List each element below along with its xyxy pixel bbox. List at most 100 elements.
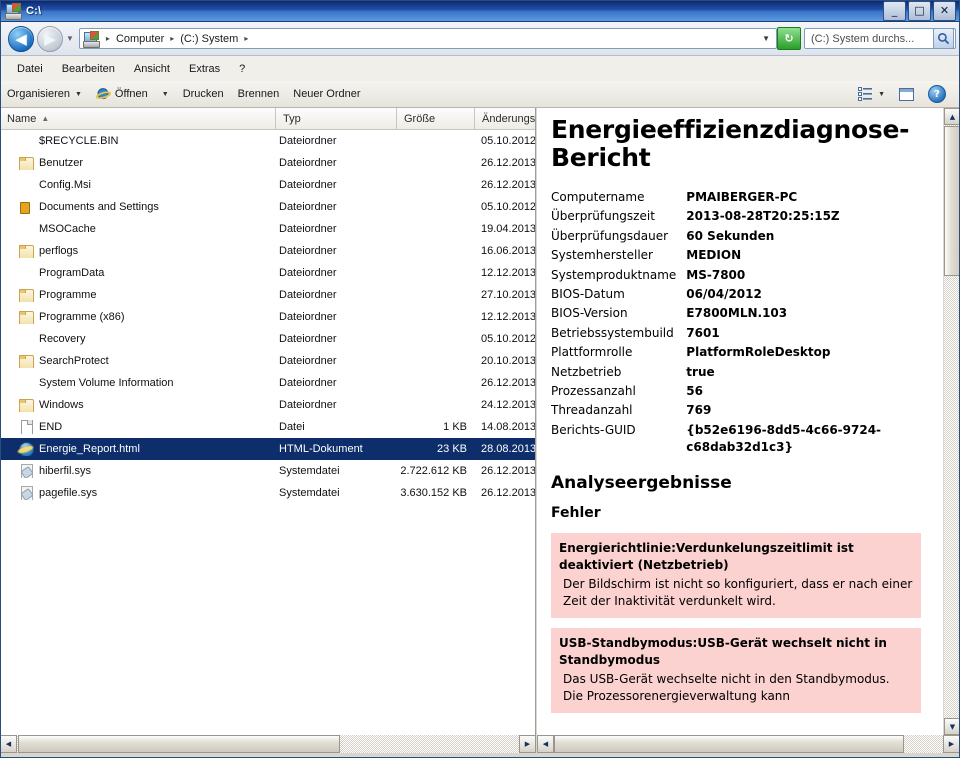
menu-extras[interactable]: Extras — [181, 60, 228, 78]
file-list-scroll-thumb[interactable] — [18, 735, 340, 753]
column-header-size[interactable]: Größe — [397, 108, 475, 129]
folder-light-icon — [18, 134, 34, 148]
new-folder-button[interactable]: Neuer Ordner — [286, 85, 367, 104]
search-box[interactable]: (C:) System durchs... — [804, 28, 956, 49]
breadcrumb-chevron-icon-2[interactable]: ▸ — [166, 34, 178, 43]
table-row[interactable]: Energie_Report.html HTML-Dokument 23 KB 28.… — [0, 438, 535, 460]
help-button[interactable]: ? — [921, 85, 953, 104]
file-name-cell: ProgramData — [0, 266, 276, 280]
menu-datei[interactable]: Datei — [9, 60, 51, 78]
column-header-name[interactable]: Name ▲ — [0, 108, 276, 129]
scroll-up-button[interactable]: ▲ — [944, 108, 960, 125]
file-name-label: Energie_Report.html — [39, 443, 140, 455]
menu-ansicht[interactable]: Ansicht — [126, 60, 178, 78]
system-info-value: 60 Sekunden — [686, 228, 775, 243]
file-type-cell: Dateiordner — [279, 311, 337, 323]
preview-pane-icon — [899, 87, 914, 101]
breadcrumb-chevron-icon-3[interactable]: ▸ — [240, 34, 252, 43]
history-dropdown-icon[interactable]: ▼ — [66, 34, 74, 43]
preview-scroll-left-button[interactable]: ◀ — [537, 735, 554, 753]
system-info-row: Threadanzahl 769 — [551, 401, 928, 420]
help-icon: ? — [928, 85, 946, 103]
file-name-cell: MSOCache — [0, 222, 276, 236]
system-info-key: Berichts-GUID — [551, 422, 636, 437]
locked-icon — [18, 200, 34, 214]
file-date-cell: 26.12.2013 — [481, 377, 536, 389]
file-size-cell: 3.630.152 KB — [400, 487, 467, 499]
preview-scroll-thumb[interactable] — [944, 126, 960, 276]
breadcrumb-chevron-icon[interactable]: ▸ — [102, 34, 114, 43]
organize-button[interactable]: Organisieren ▼ — [0, 85, 89, 104]
column-header-type[interactable]: Typ — [276, 108, 397, 129]
table-row[interactable]: System Volume Information Dateiordner 26.1… — [0, 372, 536, 394]
preview-vertical-scrollbar[interactable]: ▲ ▼ — [943, 108, 960, 735]
table-row[interactable]: Recovery Dateiordner 05.10.2012 — [0, 328, 535, 350]
table-row[interactable]: Windows Dateiordner 24.12.2013 — [0, 394, 535, 416]
table-row[interactable]: Documents and Settings Dateiordner 05.10.2… — [0, 196, 535, 218]
search-input[interactable]: (C:) System durchs... — [805, 33, 933, 45]
print-button[interactable]: Drucken — [176, 85, 231, 104]
system-info-row: Netzbetrieb true — [551, 363, 928, 382]
change-view-button[interactable]: ▼ — [851, 85, 892, 104]
folder-light-icon — [18, 376, 34, 390]
system-info-key: Plattformrolle — [551, 345, 633, 360]
folder-icon — [18, 398, 34, 412]
table-row[interactable]: Benutzer Dateiordner 26.12.2013 — [0, 152, 535, 174]
table-row[interactable]: hiberfil.sys Systemdatei 2.722.612 KB 26.12… — [0, 460, 535, 482]
table-row[interactable]: Programme Dateiordner 27.10.2013 — [0, 284, 536, 306]
sort-ascending-icon: ▲ — [41, 114, 50, 123]
close-button[interactable]: ✕ — [933, 0, 956, 21]
folder-light-icon — [18, 332, 34, 346]
open-dropdown-button[interactable]: ▼ — [155, 85, 176, 104]
breadcrumb-c-system[interactable]: (C:) System — [178, 29, 240, 48]
file-name-label: pagefile.sys — [39, 487, 98, 499]
table-row[interactable]: END Datei 1 KB 14.08.2013 — [0, 416, 536, 438]
back-button[interactable]: ◀ — [8, 25, 34, 52]
file-date-cell: 05.10.2012 — [481, 135, 536, 147]
refresh-button[interactable]: ↻ — [777, 27, 801, 50]
table-row[interactable]: Programme (x86) Dateiordner 12.12.2013 — [0, 306, 535, 328]
menu-bearbeiten[interactable]: Bearbeiten — [54, 60, 123, 78]
search-icon[interactable] — [933, 28, 954, 49]
scroll-right-button[interactable]: ▶ — [519, 735, 536, 753]
file-type-cell: Datei — [279, 421, 305, 433]
file-name-label: SearchProtect — [39, 355, 109, 367]
file-type-cell: Dateiordner — [279, 245, 337, 257]
burn-button[interactable]: Brennen — [231, 85, 287, 104]
scroll-left-button[interactable]: ◀ — [0, 735, 17, 753]
scroll-down-button[interactable]: ▼ — [944, 718, 960, 735]
breadcrumb-computer[interactable]: Computer — [114, 29, 166, 48]
system-info-key: Netzbetrieb — [551, 364, 622, 379]
table-row[interactable]: SearchProtect Dateiordner 20.10.2013 — [0, 350, 535, 372]
file-type-cell: HTML-Dokument — [279, 443, 363, 455]
file-date-cell: 26.12.2013 — [481, 179, 536, 191]
menu-help[interactable]: ? — [231, 60, 253, 78]
file-name-cell: Energie_Report.html — [0, 442, 276, 456]
address-dropdown-icon[interactable]: ▼ — [756, 34, 776, 43]
file-list-horizontal-scrollbar[interactable]: ◀ ▶ — [0, 735, 536, 753]
column-header-name-label: Name — [7, 112, 37, 125]
table-row[interactable]: MSOCache Dateiordner 19.04.2013 — [0, 218, 535, 240]
table-row[interactable]: ProgramData Dateiordner 12.12.2013 — [0, 262, 535, 284]
file-date-cell: 27.10.2013 — [481, 289, 536, 301]
file-rows: $RECYCLE.BIN Dateiordner 05.10.2012 Benutze… — [0, 130, 536, 735]
preview-horizontal-scrollbar[interactable]: ◀ ▶ — [537, 735, 960, 753]
table-row[interactable]: Config.Msi Dateiordner 26.12.2013 — [0, 174, 536, 196]
address-bar[interactable]: ▸ Computer ▸ (C:) System ▸ ▼ — [78, 28, 777, 49]
file-type-cell: Dateiordner — [279, 157, 337, 169]
preview-pane-button[interactable] — [892, 85, 921, 104]
folder-light-icon — [18, 178, 34, 192]
system-info-row: Berichts-GUID {b52e6196-8dd5-4c66-9724-c6… — [551, 421, 928, 458]
open-button[interactable]: Öffnen — [89, 85, 155, 104]
forward-button[interactable]: ▶ — [37, 25, 63, 52]
table-row[interactable]: pagefile.sys Systemdatei 3.630.152 KB 26.12… — [0, 482, 535, 504]
table-row[interactable]: $RECYCLE.BIN Dateiordner 05.10.2012 — [0, 130, 536, 152]
preview-horizontal-thumb[interactable] — [554, 735, 904, 753]
minimize-button[interactable]: _ — [883, 0, 906, 21]
errors-heading: Fehler — [551, 505, 601, 522]
file-date-cell: 14.08.2013 — [481, 421, 536, 433]
table-row[interactable]: perflogs Dateiordner 16.06.2013 — [0, 240, 535, 262]
maximize-button[interactable]: □ — [908, 0, 931, 21]
column-header-date[interactable]: Änderungs — [475, 108, 535, 129]
preview-scroll-right-button[interactable]: ▶ — [943, 735, 960, 753]
